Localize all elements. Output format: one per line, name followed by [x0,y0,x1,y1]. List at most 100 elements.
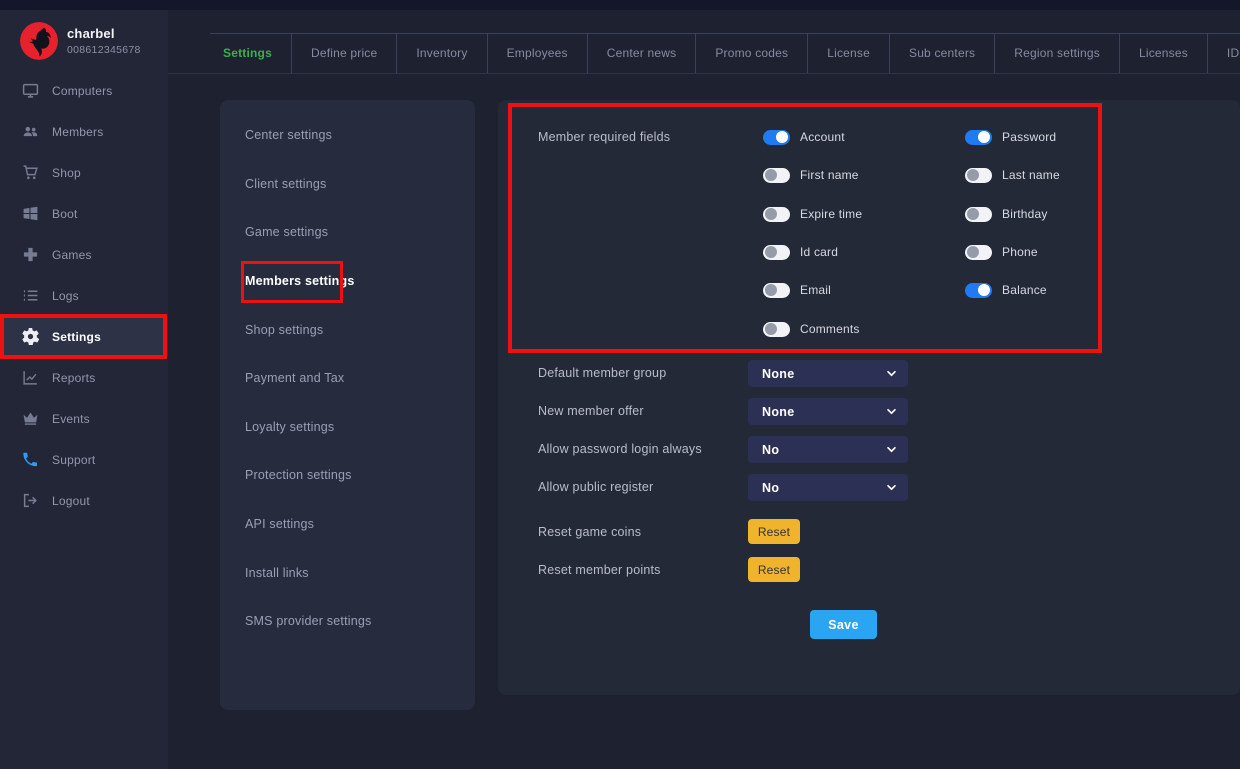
tab-inventory[interactable]: Inventory [397,34,487,73]
reset-label-reset-game-coins: Reset game coins [538,525,641,539]
settings-menu-card: Center settingsClient settingsGame setti… [220,100,475,710]
toggle-comments[interactable]: Comments [763,321,965,337]
tab-promo-codes[interactable]: Promo codes [696,34,808,73]
select-default-member-group[interactable]: None [748,360,908,387]
toggle-switch-off[interactable] [763,245,790,260]
toggle-password[interactable]: Password [965,129,1167,145]
sidebar-item-label: Games [52,248,92,262]
tab-center-news[interactable]: Center news [588,34,697,73]
settings-menu-item-client-settings[interactable]: Client settings [220,160,475,209]
tab-define-price[interactable]: Define price [292,34,397,73]
sidebar-item-events[interactable]: Events [0,398,168,439]
chevron-down-icon [886,482,897,493]
toggle-label: Balance [1002,283,1047,297]
reset-label-reset-member-points: Reset member points [538,563,661,577]
toggle-knob [967,246,979,258]
crown-icon [22,410,39,427]
tabbar-bottom-divider [168,73,1240,74]
toggle-birthday[interactable]: Birthday [965,206,1167,222]
toggle-switch-off[interactable] [965,168,992,183]
toggle-label: Birthday [1002,207,1048,221]
settings-menu-item-install-links[interactable]: Install links [220,548,475,597]
user-id: 008612345678 [67,44,141,56]
select-allow-password-login-always[interactable]: No [748,436,908,463]
toggle-knob [967,208,979,220]
toggle-account[interactable]: Account [763,129,965,145]
save-button[interactable]: Save [810,610,877,639]
monitor-icon [22,82,39,99]
toggle-first-name[interactable]: First name [763,167,965,183]
members-icon [22,123,39,140]
settings-menu-item-payment-and-tax[interactable]: Payment and Tax [220,354,475,403]
tab-license[interactable]: License [808,34,890,73]
sidebar-item-computers[interactable]: Computers [0,70,168,111]
tab-sub-centers[interactable]: Sub centers [890,34,995,73]
chart-icon [22,369,39,386]
toggle-row: Comments [763,321,965,337]
toggle-expire-time[interactable]: Expire time [763,206,965,222]
user-profile: charbel 008612345678 [20,22,141,60]
toggle-switch-off[interactable] [763,168,790,183]
toggle-switch-off[interactable] [763,207,790,222]
toggle-switch-on[interactable] [763,130,790,145]
select-value: None [762,405,794,419]
settings-menu-item-center-settings[interactable]: Center settings [220,111,475,160]
phone-icon [22,451,39,468]
toggle-switch-on[interactable] [965,283,992,298]
sidebar-item-label: Logs [52,289,79,303]
user-name: charbel [67,26,141,41]
toggle-last-name[interactable]: Last name [965,167,1167,183]
toggle-switch-on[interactable] [965,130,992,145]
toggle-id-card[interactable]: Id card [763,244,965,260]
select-label-allow-public-register: Allow public register [538,480,653,494]
sidebar-item-label: Events [52,412,90,426]
sidebar-item-label: Logout [52,494,90,508]
select-new-member-offer[interactable]: None [748,398,908,425]
toggle-phone[interactable]: Phone [965,244,1167,260]
settings-menu-item-sms-provider-settings[interactable]: SMS provider settings [220,597,475,646]
toggle-knob [967,169,979,181]
tab-employees[interactable]: Employees [488,34,588,73]
settings-menu-item-game-settings[interactable]: Game settings [220,208,475,257]
toggle-switch-off[interactable] [763,283,790,298]
tab-region-settings[interactable]: Region settings [995,34,1120,73]
sidebar-item-label: Settings [52,330,101,344]
sidebar-item-reports[interactable]: Reports [0,357,168,398]
toggle-knob [765,246,777,258]
sidebar-item-label: Boot [52,207,78,221]
sidebar-item-members[interactable]: Members [0,111,168,152]
chevron-down-icon [886,368,897,379]
toggle-label: First name [800,168,859,182]
sidebar-item-shop[interactable]: Shop [0,152,168,193]
sidebar-item-support[interactable]: Support [0,439,168,480]
select-label-allow-password-login-always: Allow password login always [538,442,702,456]
sidebar-item-label: Shop [52,166,81,180]
select-label-new-member-offer: New member offer [538,404,644,418]
toggle-switch-off[interactable] [965,245,992,260]
select-allow-public-register[interactable]: No [748,474,908,501]
reset-button-reset-member-points[interactable]: Reset [748,557,800,582]
settings-menu-item-protection-settings[interactable]: Protection settings [220,451,475,500]
select-value: No [762,481,779,495]
toggle-switch-off[interactable] [763,322,790,337]
sidebar-item-logs[interactable]: Logs [0,275,168,316]
settings-menu-item-members-settings[interactable]: Members settings [220,257,475,306]
settings-menu-item-loyalty-settings[interactable]: Loyalty settings [220,403,475,452]
sidebar-item-logout[interactable]: Logout [0,480,168,521]
toggle-row: Email Balance [763,282,1167,298]
tab-settings[interactable]: Settings [204,34,292,73]
tab-licenses[interactable]: Licenses [1120,34,1208,73]
tab-idc-games[interactable]: IDC games [1208,34,1240,73]
toggle-email[interactable]: Email [763,282,965,298]
select-value: None [762,367,794,381]
toggle-switch-off[interactable] [965,207,992,222]
chevron-down-icon [886,444,897,455]
toggle-balance[interactable]: Balance [965,282,1167,298]
logs-icon [22,287,39,304]
settings-menu-item-shop-settings[interactable]: Shop settings [220,305,475,354]
reset-button-reset-game-coins[interactable]: Reset [748,519,800,544]
sidebar-item-settings[interactable]: Settings [0,316,168,357]
settings-menu-item-api-settings[interactable]: API settings [220,500,475,549]
sidebar-item-games[interactable]: Games [0,234,168,275]
sidebar-item-boot[interactable]: Boot [0,193,168,234]
